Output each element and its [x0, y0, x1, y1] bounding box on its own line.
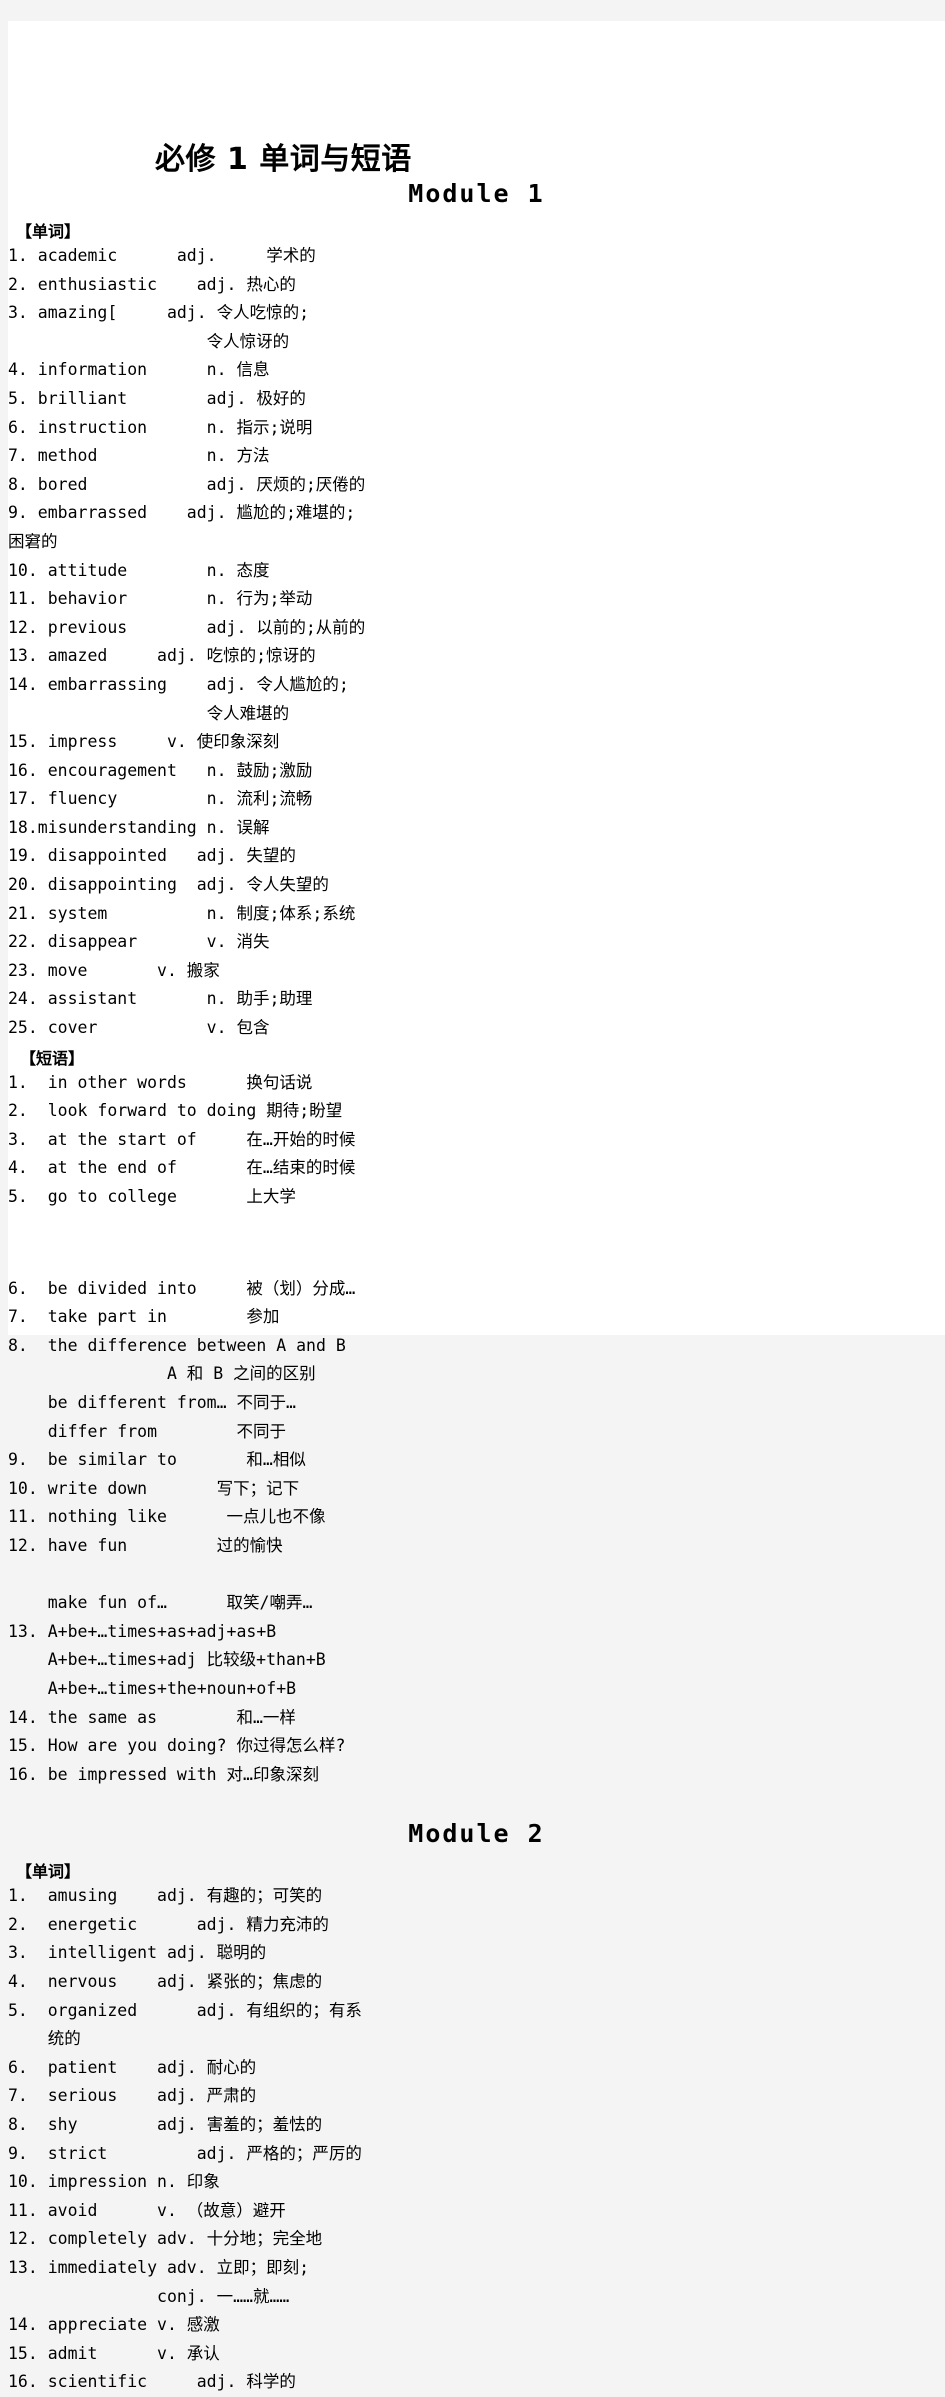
entry-line: 1. in other words 换句话说 — [8, 1072, 313, 1092]
entry-line: 15. How are you doing? 你过得怎么样? — [8, 1736, 346, 1756]
entry-line: 3. at the start of 在…开始的时候 — [8, 1129, 356, 1149]
entry-line: 15. admit v. 承认 — [8, 2343, 220, 2363]
entry-line: 11. nothing like 一点儿也不像 — [8, 1507, 326, 1527]
entry-line: 14. the same as 和…一样 — [8, 1707, 296, 1727]
module-1-phrases-label: 【短语】 — [20, 1048, 85, 1068]
entry-line: 19. disappointed adj. 失望的 — [8, 846, 296, 866]
entry-line: 16. encouragement n. 鼓励;激励 — [8, 760, 313, 780]
entry-line: 15. impress v. 使印象深刻 — [8, 732, 280, 752]
entry-line: 4. at the end of 在…结束的时候 — [8, 1158, 356, 1178]
entry-line: 16. scientific adj. 科学的 — [8, 2372, 296, 2392]
entry-line: 6. be divided into 被（划）分成… — [8, 1278, 356, 1298]
entry-line: 9. embarrassed adj. 尴尬的;难堪的; — [8, 503, 356, 523]
entry-line: 7. serious adj. 严肃的 — [8, 2086, 257, 2106]
entry-line: be different from… 不同于… — [8, 1392, 296, 1412]
right-column: 6. be divided into 被（划）分成… 7. take part i… — [8, 1212, 945, 2397]
entry-line: 11. behavior n. 行为;举动 — [8, 589, 313, 609]
entry-line: A 和 B 之间的区别 — [8, 1364, 316, 1384]
entry-line: 7. take part in 参加 — [8, 1307, 280, 1327]
entry-line: 8. shy adj. 害羞的；羞怯的 — [8, 2115, 323, 2135]
document-page: 必修 1 单词与短语 Module 1 【单词】 1. academic adj… — [8, 21, 945, 2391]
entry-line: A+be+…times+adj 比较级+than+B — [8, 1650, 326, 1670]
entry-line: 5. organized adj. 有组织的；有系 — [8, 2000, 362, 2020]
entry-line: 5. brilliant adj. 极好的 — [8, 388, 306, 408]
entry-line: 统的 — [8, 2029, 81, 2049]
entry-line: 4. information n. 信息 — [8, 360, 270, 380]
entry-line: 11. avoid v. （故意）避开 — [8, 2200, 286, 2220]
entry-line: conj. 一……就…… — [8, 2286, 290, 2306]
entry-line: 10. write down 写下；记下 — [8, 1478, 300, 1498]
entry-line: 6. instruction n. 指示;说明 — [8, 417, 313, 437]
entry-line: 令人难堪的 — [8, 703, 290, 723]
entry-line: 6. patient adj. 耐心的 — [8, 2057, 257, 2077]
entry-line: 2. look forward to doing 期待;盼望 — [8, 1101, 343, 1121]
module-2-word-list: 1. amusing adj. 有趣的；可笑的 2. energetic adj.… — [8, 1882, 945, 2397]
module-2-words-label: 【单词】 — [16, 1862, 81, 1882]
entry-line: make fun of… 取笑/嘲弄… — [8, 1593, 313, 1613]
entry-line: 4. nervous adj. 紧张的；焦虑的 — [8, 1972, 323, 1992]
entry-line: 5. go to college 上大学 — [8, 1187, 296, 1206]
module-1-phrase-list: 1. in other words 换句话说 2. look forward to… — [8, 1069, 945, 1212]
entry-line: differ from 不同于 — [8, 1421, 286, 1441]
entry-line: 16. be impressed with 对…印象深刻 — [8, 1764, 319, 1784]
entry-line: 18.misunderstanding n. 误解 — [8, 817, 270, 837]
entry-line: 12. have fun 过的愉快 — [8, 1535, 283, 1555]
entry-line: 23. move v. 搬家 — [8, 960, 220, 980]
entry-line: 25. cover v. 包含 — [8, 1018, 270, 1038]
entry-line: 2. enthusiastic adj. 热心的 — [8, 274, 296, 294]
entry-line: 10. impression n. 印象 — [8, 2172, 220, 2192]
entry-line: 8. bored adj. 厌烦的;厌倦的 — [8, 474, 366, 494]
entry-line: 1. academic adj. 学术的 — [8, 246, 316, 265]
module-2-heading: Module 2 — [408, 1819, 545, 1849]
entry-line: 困窘的 — [8, 531, 58, 551]
entry-line: A+be+…times+the+noun+of+B — [8, 1678, 297, 1698]
entry-line: 7. method n. 方法 — [8, 446, 270, 466]
entry-line: 8. the difference between A and B — [8, 1335, 346, 1355]
entry-line — [8, 1561, 945, 1590]
entry-line: 3. amazing[ adj. 令人吃惊的; — [8, 303, 310, 323]
entry-line: 9. strict adj. 严格的；严厉的 — [8, 2143, 362, 2163]
entry-line: 1. amusing adj. 有趣的；可笑的 — [8, 1886, 323, 1906]
module-1-phrase-list-continued: 6. be divided into 被（划）分成… 7. take part i… — [8, 1275, 945, 1790]
entry-line: 3. intelligent adj. 聪明的 — [8, 1943, 267, 1963]
entry-line: 24. assistant n. 助手;助理 — [8, 989, 313, 1009]
entry-line: 17. fluency n. 流利;流畅 — [8, 789, 313, 809]
module-1-heading: Module 1 — [408, 179, 545, 208]
entry-line: 22. disappear v. 消失 — [8, 932, 270, 952]
entry-line: 20. disappointing adj. 令人失望的 — [8, 875, 329, 895]
entry-line: 令人惊讶的 — [8, 331, 290, 351]
entry-line: 12. previous adj. 以前的;从前的 — [8, 617, 366, 637]
entry-line: 14. embarrassing adj. 令人尴尬的; — [8, 674, 349, 694]
entry-line: 14. appreciate v. 感激 — [8, 2315, 220, 2335]
left-column: Module 1 【单词】 1. academic adj. 学术的 2. ent… — [8, 21, 945, 1212]
module-1-words-label: 【单词】 — [16, 222, 81, 241]
entry-line: 21. system n. 制度;体系;系统 — [8, 903, 356, 923]
entry-line: 13. A+be+…times+as+adj+as+B — [8, 1621, 277, 1641]
entry-line: 13. amazed adj. 吃惊的;惊讶的 — [8, 646, 316, 666]
module-1-word-list: 1. academic adj. 学术的 2. enthusiastic adj.… — [8, 242, 945, 1043]
entry-line: 12. completely adv. 十分地；完全地 — [8, 2229, 323, 2249]
entry-line: 13. immediately adv. 立即；即刻; — [8, 2258, 310, 2277]
entry-line: 10. attitude n. 态度 — [8, 560, 270, 580]
entry-line: 2. energetic adj. 精力充沛的 — [8, 1914, 329, 1934]
page-title: 必修 1 单词与短语 — [155, 142, 412, 177]
entry-line: 9. be similar to 和…相似 — [8, 1450, 306, 1470]
